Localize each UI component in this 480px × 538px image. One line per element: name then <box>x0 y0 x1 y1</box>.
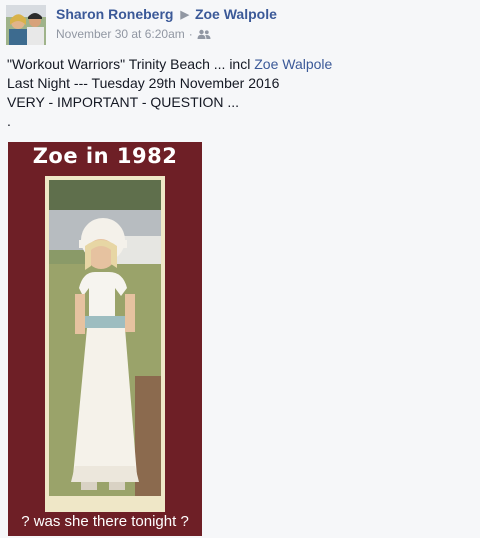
author-avatar[interactable] <box>6 5 46 45</box>
post-header: Sharon Roneberg ▶ Zoe Walpole <box>56 5 277 24</box>
post-body: "Workout Warriors" Trinity Beach ... inc… <box>7 55 332 131</box>
recipient-name-link[interactable]: Zoe Walpole <box>195 6 277 22</box>
post-line-1: "Workout Warriors" Trinity Beach ... inc… <box>7 55 332 74</box>
post-timestamp[interactable]: November 30 at 6:20am <box>56 27 185 41</box>
meta-separator: · <box>188 27 193 41</box>
post-meta: November 30 at 6:20am · <box>56 26 211 44</box>
mention-link[interactable]: Zoe Walpole <box>254 56 332 72</box>
avatar-photo <box>6 5 46 45</box>
photo-caption: ? was she there tonight ? <box>21 513 189 530</box>
post-photo[interactable]: Zoe in 1982 ? was she there tonight ? <box>8 142 202 536</box>
author-name-link[interactable]: Sharon Roneberg <box>56 6 173 22</box>
child-photo-illustration <box>45 176 165 512</box>
arrow-right-icon: ▶ <box>180 9 189 21</box>
post-line-4: . <box>7 113 11 129</box>
photo-mat <box>45 176 165 512</box>
feed-post: Sharon Roneberg ▶ Zoe Walpole November 30 … <box>0 0 480 538</box>
friends-icon[interactable] <box>197 28 211 44</box>
post-line-3: VERY - IMPORTANT - QUESTION ... <box>7 94 240 110</box>
photo-title: Zoe in 1982 <box>32 144 178 168</box>
post-line-2: Last Night --- Tuesday 29th November 201… <box>7 75 280 91</box>
post-line-1-text: "Workout Warriors" Trinity Beach ... inc… <box>7 56 255 72</box>
